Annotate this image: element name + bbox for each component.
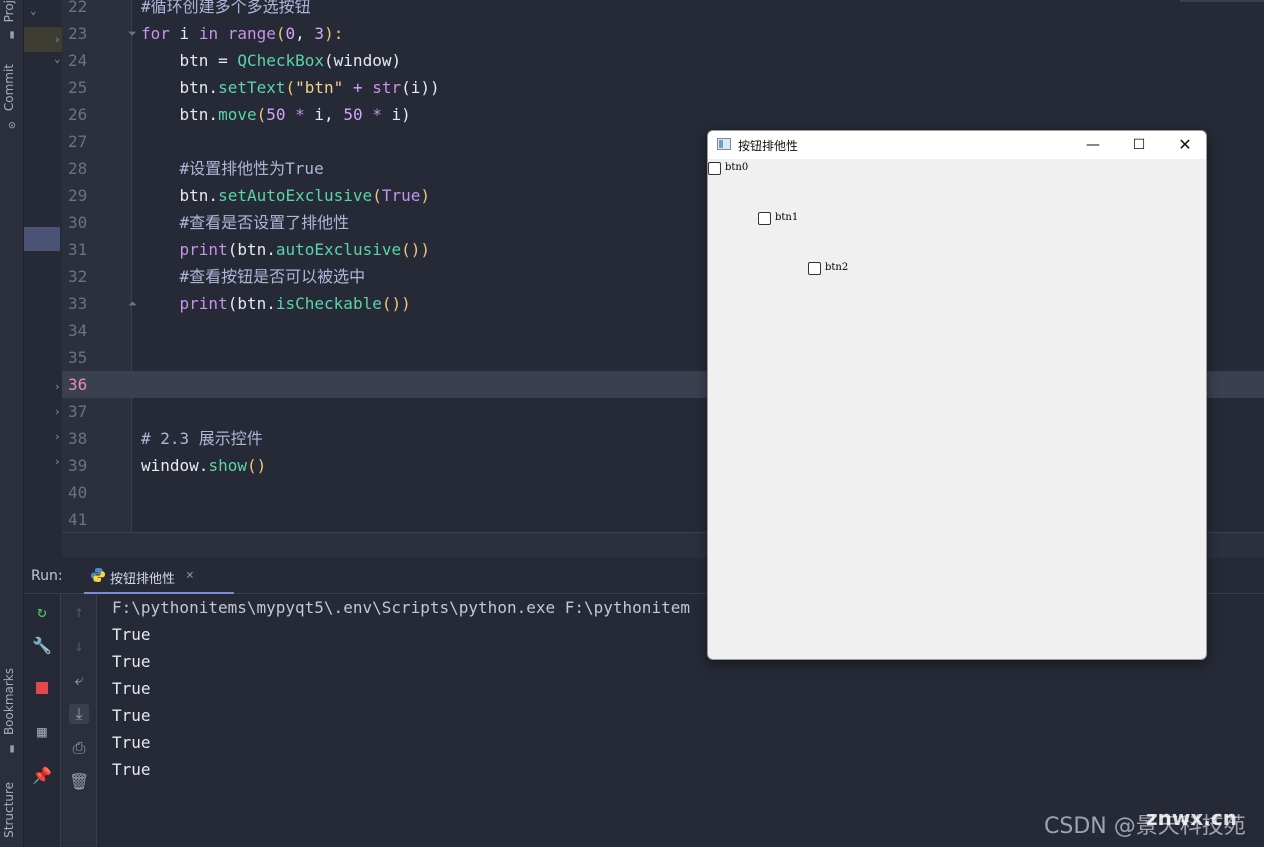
- fold-end-icon[interactable]: ⏶: [128, 290, 137, 317]
- code-line[interactable]: 24 btn = QCheckBox(window): [62, 47, 1264, 74]
- code-text: btn.setAutoExclusive(True): [141, 186, 430, 205]
- wrench-icon[interactable]: 🔧: [32, 636, 52, 656]
- code-text: #查看是否设置了排他性: [141, 213, 350, 232]
- line-number: 41: [68, 510, 88, 529]
- checkbox-box[interactable]: [758, 212, 771, 225]
- run-toolbar-secondary: ↑ ↓ ⤶ ⤓ ⎙ 🗑: [61, 594, 97, 847]
- close-window-button[interactable]: ✕: [1162, 131, 1206, 159]
- line-number: 32: [68, 267, 88, 286]
- stop-button[interactable]: [32, 678, 52, 698]
- trash-icon[interactable]: 🗑: [69, 772, 89, 792]
- code-line[interactable]: 26 btn.move(50 * i, 50 * i): [62, 101, 1264, 128]
- code-text: print(btn.isCheckable()): [141, 294, 411, 313]
- tab-strip-edge: [1180, 0, 1264, 2]
- line-number: 24: [68, 51, 88, 70]
- run-tab-label: 按钮排他性: [110, 572, 176, 587]
- line-number: 34: [68, 321, 88, 340]
- line-number: 26: [68, 105, 88, 124]
- code-line[interactable]: 23 ⏷ for i in range(0, 3):: [62, 20, 1264, 47]
- chevron-right-icon[interactable]: ›: [54, 33, 61, 46]
- line-number: 33: [68, 294, 88, 313]
- code-line[interactable]: 25 btn.setText("btn" + str(i)): [62, 74, 1264, 101]
- chevron-down-icon[interactable]: ⌄: [54, 52, 61, 65]
- structure-tool-tab[interactable]: Structure: [2, 782, 16, 838]
- code-text: print(btn.autoExclusive()): [141, 240, 431, 259]
- checkbox-btn0[interactable]: btn0: [708, 161, 768, 177]
- pin-icon[interactable]: 📌: [32, 766, 52, 786]
- window-title: 按钮排他性: [738, 139, 799, 153]
- arrow-up-icon[interactable]: ↑: [69, 602, 89, 622]
- soft-wrap-icon[interactable]: ⤶: [69, 670, 89, 690]
- checkbox-box[interactable]: [808, 262, 821, 275]
- checkbox-btn2[interactable]: btn2: [808, 261, 868, 277]
- line-number: 38: [68, 429, 88, 448]
- qt-title-bar[interactable]: 按钮排他性 — ☐ ✕: [708, 131, 1206, 159]
- code-text: btn = QCheckBox(window): [141, 51, 402, 70]
- qt-app-window[interactable]: 按钮排他性 — ☐ ✕ btn0 btn1 btn2: [707, 130, 1207, 660]
- line-number: 23: [68, 24, 88, 43]
- code-text: #查看按钮是否可以被选中: [141, 267, 366, 286]
- run-tab[interactable]: 按钮排他性 ×: [84, 560, 234, 594]
- stop-icon: [36, 682, 48, 694]
- checkbox-label: btn0: [725, 162, 749, 173]
- line-number: 29: [68, 186, 88, 205]
- print-icon[interactable]: ⎙: [69, 738, 89, 758]
- line-number: 25: [68, 78, 88, 97]
- checkbox-box[interactable]: [708, 162, 721, 175]
- console-line: True: [112, 733, 151, 752]
- commit-tool-tab[interactable]: Commit: [2, 64, 16, 111]
- console-line: True: [112, 706, 151, 725]
- run-label: Run:: [31, 568, 63, 584]
- bookmark-icon[interactable]: ▮: [4, 741, 20, 755]
- line-number: 30: [68, 213, 88, 232]
- checkbox-btn1[interactable]: btn1: [758, 211, 818, 227]
- line-number: 35: [68, 348, 88, 367]
- code-text: btn.setText("btn" + str(i)): [141, 78, 440, 97]
- project-tool-tab[interactable]: Proj: [2, 0, 16, 22]
- code-text: # 2.3 展示控件: [141, 429, 263, 448]
- line-number: 37: [68, 402, 88, 421]
- checkbox-label: btn2: [825, 262, 849, 273]
- line-number: 27: [68, 132, 88, 151]
- code-text: #循环创建多个多选按钮: [141, 0, 311, 16]
- close-icon[interactable]: ×: [186, 568, 194, 583]
- console-line: F:\pythonitems\mypyqt5\.env\Scripts\pyth…: [112, 598, 690, 617]
- chevron-down-icon[interactable]: ⌄: [30, 4, 37, 17]
- layout-icon[interactable]: ▦: [32, 722, 52, 742]
- code-text: #设置排他性为True: [141, 159, 324, 178]
- code-text: for i in range(0, 3):: [141, 24, 344, 43]
- code-text: window.show(): [141, 456, 267, 475]
- python-icon: [91, 568, 105, 582]
- commit-icon[interactable]: ⊙: [4, 118, 20, 132]
- maximize-button[interactable]: ☐: [1116, 131, 1162, 159]
- bookmarks-tool-tab[interactable]: Bookmarks: [2, 668, 16, 735]
- line-number: 22: [68, 0, 88, 16]
- rerun-icon[interactable]: ↻: [32, 602, 52, 622]
- code-line[interactable]: 22 #循环创建多个多选按钮: [62, 0, 1264, 20]
- tree-focus-highlight: [24, 227, 60, 251]
- console-line: True: [112, 652, 151, 671]
- line-number: 36: [68, 375, 88, 394]
- line-number: 40: [68, 483, 88, 502]
- site-watermark: znwx.cn: [1146, 806, 1237, 830]
- arrow-down-icon[interactable]: ↓: [69, 636, 89, 656]
- console-line: True: [112, 760, 151, 779]
- folder-icon[interactable]: ▮: [4, 27, 20, 41]
- line-number: 31: [68, 240, 88, 259]
- line-number: 39: [68, 456, 88, 475]
- window-app-icon: [717, 138, 731, 150]
- code-text: btn.move(50 * i, 50 * i): [141, 105, 411, 124]
- fold-icon[interactable]: ⏷: [128, 20, 137, 47]
- minimize-button[interactable]: —: [1070, 131, 1116, 159]
- scroll-to-end-icon[interactable]: ⤓: [69, 704, 89, 724]
- checkbox-label: btn1: [775, 212, 799, 223]
- console-line: True: [112, 679, 151, 698]
- console-line: True: [112, 625, 151, 644]
- line-number: 28: [68, 159, 88, 178]
- run-toolbar-primary: ↻ 🔧 ▦ 📌: [24, 594, 61, 847]
